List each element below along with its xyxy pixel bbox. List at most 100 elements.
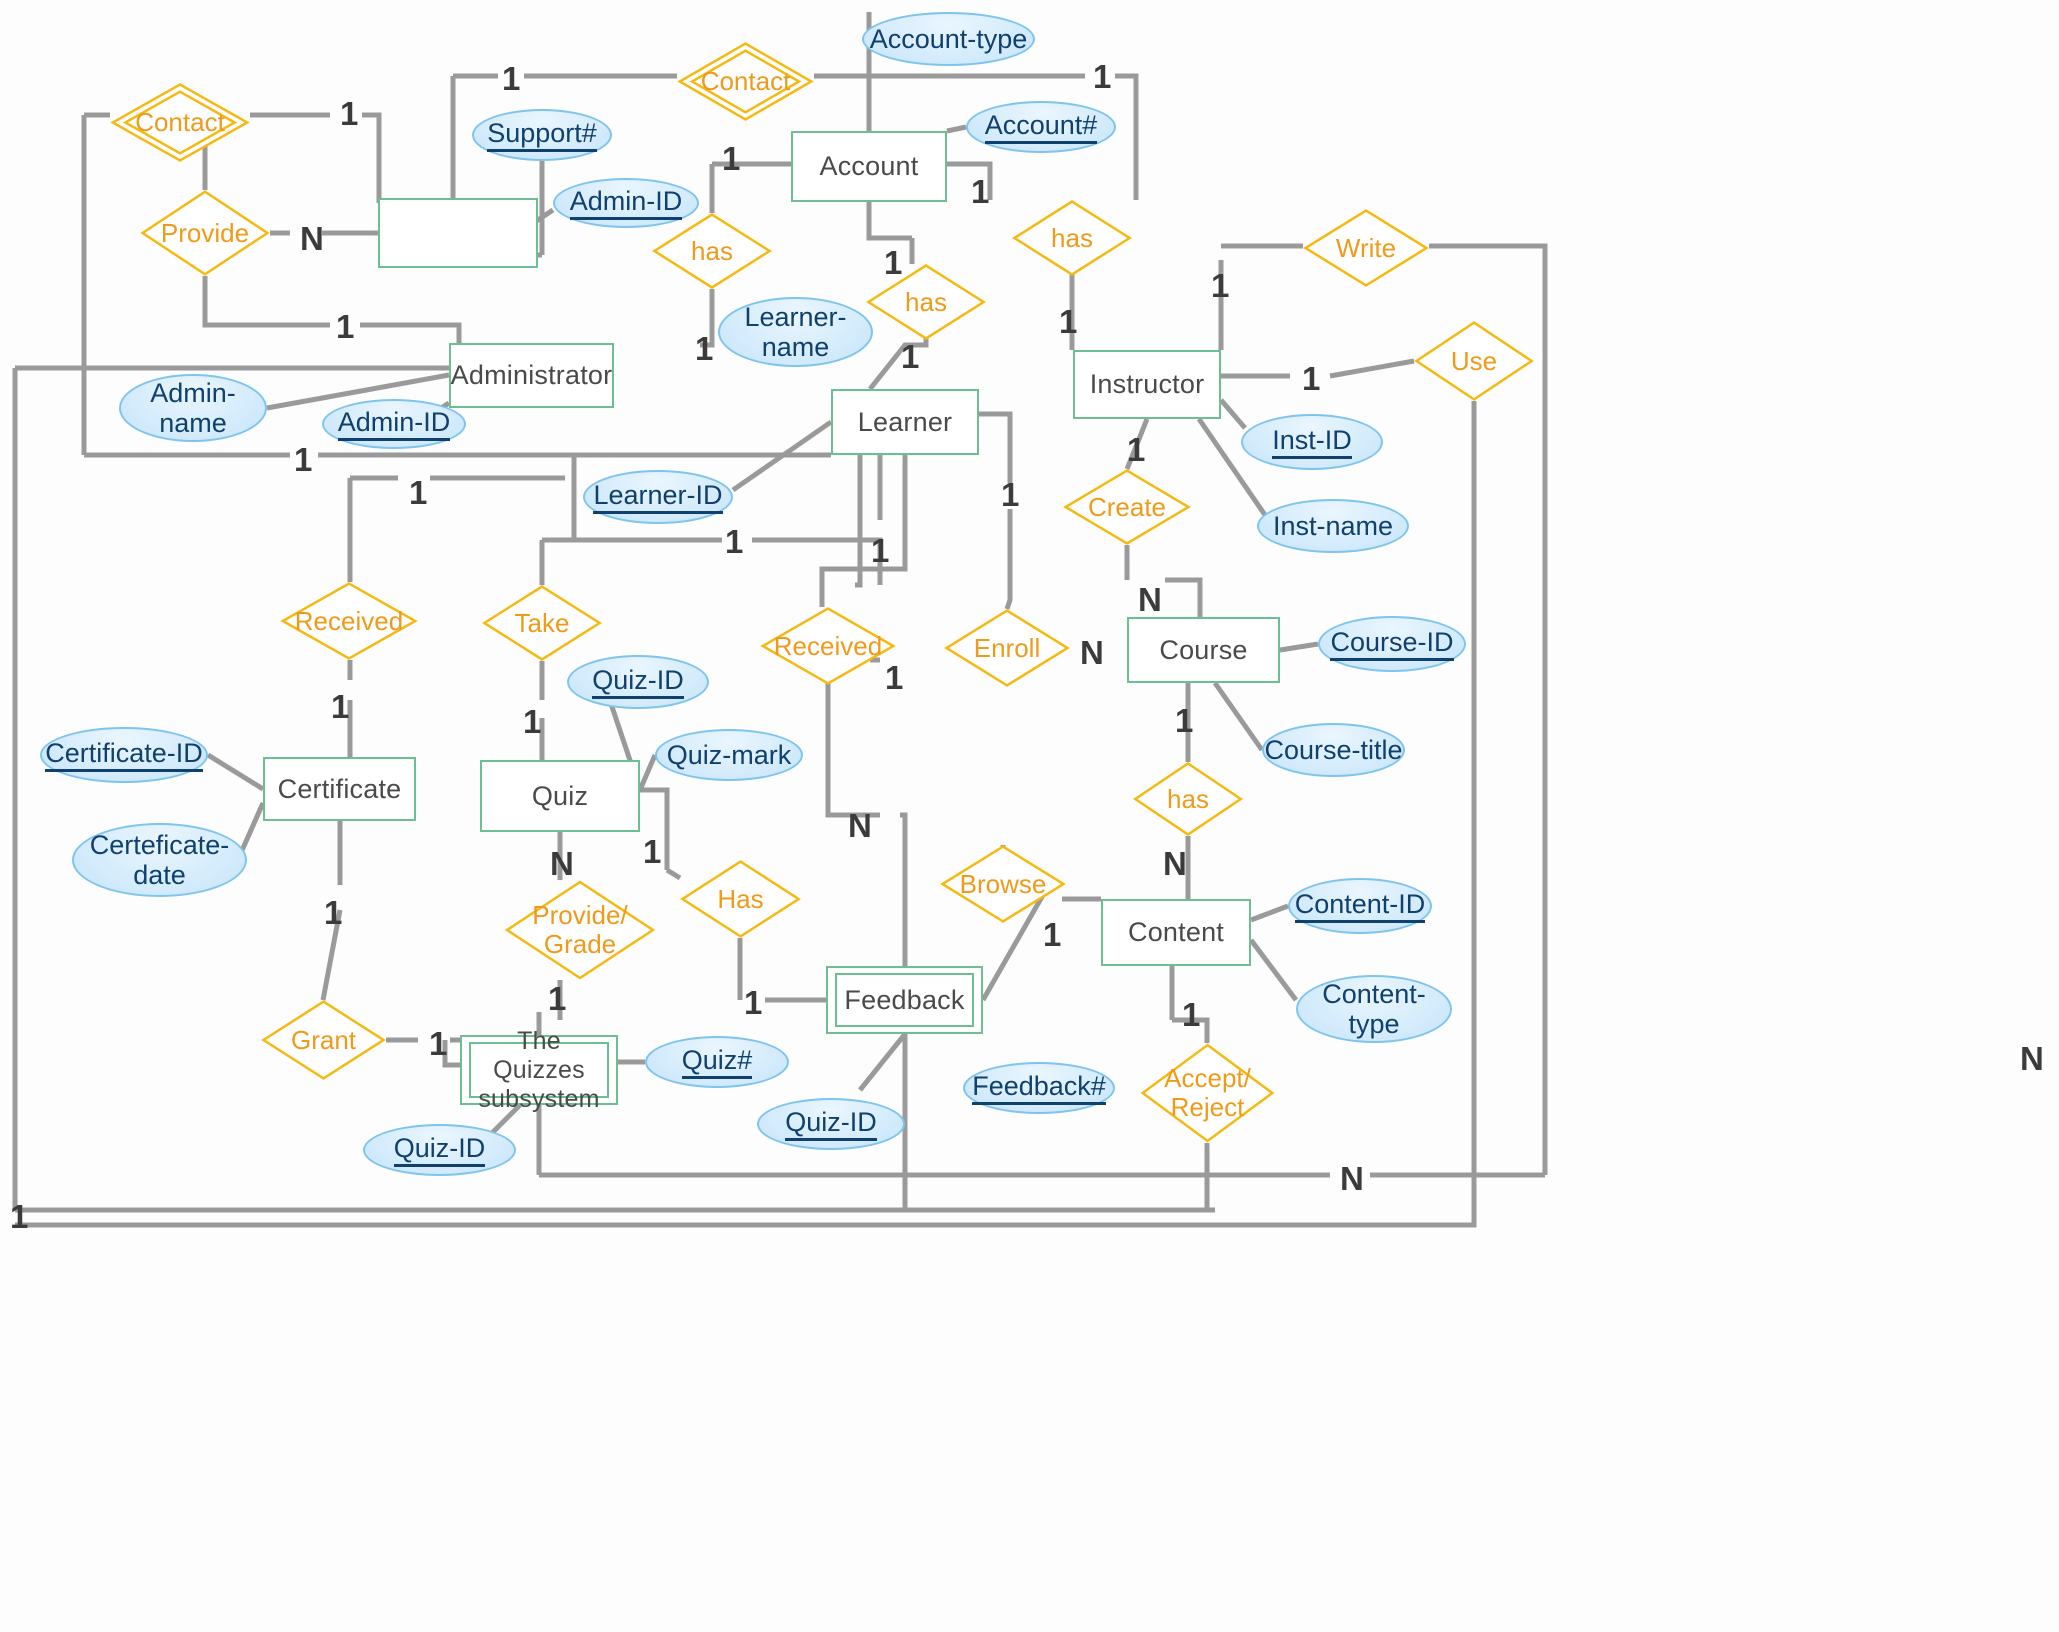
attribute-admin-name[interactable]: Admin-name [119, 374, 267, 442]
attribute-certificate-id[interactable]: Certificate-ID [40, 727, 208, 783]
attribute-course-title[interactable]: Course-title [1262, 723, 1405, 777]
relationship-grant[interactable]: Grant [261, 1000, 386, 1080]
cardinality-label: 1 [1059, 303, 1078, 340]
entity-learner-label: Learner [857, 406, 953, 437]
cardinality-label: 1 [331, 688, 350, 725]
attribute-account-number[interactable]: Account# [966, 101, 1116, 153]
attribute-support-number-label: Support# [487, 118, 597, 153]
relationship-has-quiz-feedback[interactable]: Has [680, 860, 801, 938]
relationship-contact-account-label: Contact [700, 66, 791, 97]
relationship-received-feedback[interactable]: Received [760, 607, 896, 685]
attribute-quiz-mark[interactable]: Quiz-mark [655, 729, 803, 781]
attribute-inst-id-label: Inst-ID [1272, 425, 1352, 460]
attribute-account-type[interactable]: Account-type [862, 12, 1035, 66]
attribute-certeficate-date[interactable]: Certeficate-date [72, 823, 247, 897]
attribute-quiz-id-subsystem-label: Quiz-ID [393, 1133, 486, 1168]
entity-content[interactable]: Content [1101, 899, 1251, 966]
attribute-course-id[interactable]: Course-ID [1318, 616, 1466, 672]
relationship-provide[interactable]: Provide [140, 190, 270, 276]
cardinality-label: 1 [1175, 702, 1194, 739]
cardinality-label: 1 [744, 984, 763, 1021]
attribute-support-number[interactable]: Support# [472, 109, 612, 161]
relationship-create[interactable]: Create [1063, 469, 1191, 545]
entity-quiz[interactable]: Quiz [480, 760, 640, 832]
cardinality-label: N [1138, 581, 1162, 618]
attribute-quiz-mark-label: Quiz-mark [666, 739, 792, 770]
cardinality-label: N [2020, 1040, 2044, 1077]
cardinality-label: 1 [409, 474, 428, 511]
attribute-inst-id[interactable]: Inst-ID [1241, 414, 1383, 470]
attribute-quiz-id-feedback-label: Quiz-ID [785, 1107, 877, 1142]
relationship-has-quiz-feedback-label: Has [717, 883, 764, 914]
cardinality-label: 1 [324, 894, 343, 931]
entity-administrator-label: Administrator [450, 360, 613, 390]
cardinality-label: 1 [336, 308, 355, 345]
entity-learner[interactable]: Learner [831, 389, 979, 455]
relationship-browse-label: Browse [959, 868, 1047, 899]
cardinality-label: N [550, 845, 574, 882]
attribute-quiz-number-label: Quiz# [681, 1045, 753, 1080]
attribute-content-id[interactable]: Content-ID [1288, 878, 1432, 934]
entity-quizzes-subsystem[interactable]: The Quizzes subsystem [460, 1027, 618, 1113]
entity-feedback-label: Feedback [835, 973, 974, 1027]
attribute-content-type[interactable]: Content-type [1296, 975, 1452, 1043]
attribute-feedback-number-label: Feedback# [972, 1071, 1106, 1106]
relationship-has-account-sub-label: has [905, 286, 947, 317]
relationship-provide-grade-label: Provide/Grade [532, 900, 628, 959]
attribute-quiz-id-feedback[interactable]: Quiz-ID [757, 1098, 905, 1150]
relationship-has-course-content-label: has [1167, 783, 1209, 814]
cardinality-label: 1 [1302, 360, 1321, 397]
relationship-write-label: Write [1335, 232, 1397, 263]
relationship-enroll-label: Enroll [973, 632, 1041, 663]
cardinality-label: 1 [1093, 58, 1112, 95]
cardinality-label: 1 [523, 703, 542, 740]
attribute-content-type-label: Content-type [1322, 978, 1426, 1039]
relationship-write[interactable]: Write [1303, 209, 1429, 287]
entity-feedback[interactable]: Feedback [826, 966, 983, 1034]
relationship-contact-account[interactable]: Contact [677, 42, 814, 121]
entity-certificate[interactable]: Certificate [263, 757, 416, 821]
relationship-has-account-instructor[interactable]: has [1012, 200, 1132, 276]
attribute-learner-id[interactable]: Learner-ID [583, 470, 733, 524]
attribute-feedback-number[interactable]: Feedback# [963, 1062, 1115, 1114]
attribute-quiz-number[interactable]: Quiz# [645, 1036, 789, 1088]
relationship-grant-label: Grant [290, 1024, 357, 1055]
cardinality-label: N [848, 807, 872, 844]
cardinality-label: 1 [1211, 267, 1230, 304]
entity-account[interactable]: Account [791, 131, 947, 202]
relationship-take[interactable]: Take [482, 585, 602, 661]
relationship-has-course-content[interactable]: has [1133, 762, 1243, 836]
attribute-certeficate-date-label: Certeficate-date [89, 829, 230, 890]
cardinality-label: 1 [548, 980, 567, 1017]
cardinality-label: 1 [901, 338, 920, 375]
entity-course[interactable]: Course [1127, 617, 1280, 683]
relationship-received-certificate[interactable]: Received [280, 582, 418, 660]
relationship-accept-reject[interactable]: Accept/Reject [1140, 1043, 1275, 1143]
attribute-admin-id[interactable]: Admin-ID [322, 399, 466, 449]
relationship-provide-grade[interactable]: Provide/Grade [504, 880, 656, 980]
attribute-quiz-id-subsystem[interactable]: Quiz-ID [363, 1124, 516, 1176]
cardinality-label: 1 [884, 244, 903, 281]
entity-instructor[interactable]: Instructor [1073, 350, 1221, 419]
entity-administrator[interactable]: Administrator [449, 343, 614, 408]
relationship-browse[interactable]: Browse [940, 845, 1066, 923]
attribute-learner-name[interactable]: Learner-name [718, 297, 873, 367]
entity-instructor-label: Instructor [1089, 369, 1205, 399]
cardinality-label: N [1340, 1160, 1364, 1197]
cardinality-label: N [300, 220, 324, 257]
cardinality-label: 1 [971, 173, 990, 210]
relationship-contact-administrator-label: Contact [135, 107, 225, 138]
relationship-provide-label: Provide [160, 217, 250, 248]
relationship-use-label: Use [1450, 345, 1498, 376]
entity-quizzes-subsystem-label: The Quizzes subsystem [469, 1027, 609, 1113]
cardinality-label: 1 [10, 1198, 29, 1235]
attribute-certificate-id-label: Certificate-ID [45, 738, 203, 773]
attribute-inst-name[interactable]: Inst-name [1257, 499, 1409, 553]
relationship-enroll[interactable]: Enroll [944, 609, 1070, 687]
attribute-quiz-id-quiz[interactable]: Quiz-ID [567, 655, 709, 709]
relationship-create-label: Create [1087, 491, 1167, 522]
cardinality-label: 1 [725, 523, 744, 560]
relationship-contact-administrator[interactable]: Contact [110, 83, 250, 162]
relationship-use[interactable]: Use [1414, 321, 1534, 401]
relationship-has-account-learner[interactable]: has [652, 213, 772, 289]
